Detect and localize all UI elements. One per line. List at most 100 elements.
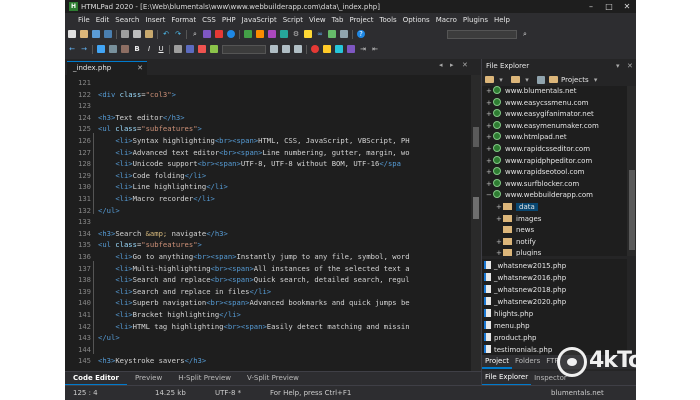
save-all-icon[interactable]: [104, 30, 112, 38]
tree-item[interactable]: + www.rapidcsseditor.com: [486, 144, 590, 156]
tree-item[interactable]: + www.rapidseotool.com: [486, 167, 584, 179]
find-icon[interactable]: ⌕: [191, 30, 199, 38]
expand-icon[interactable]: +: [496, 214, 503, 226]
tree-item[interactable]: + www.surfblocker.com: [486, 178, 579, 191]
menu-search[interactable]: Search: [115, 16, 139, 24]
align-right-icon[interactable]: [294, 45, 302, 53]
media-icon[interactable]: [198, 45, 206, 53]
tab-file-explorer[interactable]: File Explorer: [482, 371, 532, 386]
form-icon[interactable]: [186, 45, 194, 53]
code-line[interactable]: 129 <li>Code folding</li>: [65, 170, 471, 182]
table-icon[interactable]: [340, 30, 348, 38]
code-line[interactable]: 121: [65, 77, 471, 89]
tree-item[interactable]: + www.easycssmenu.com: [486, 97, 588, 110]
encoding[interactable]: UTF-8 *: [215, 389, 241, 397]
menu-macro[interactable]: Macro: [436, 16, 457, 24]
menu-javascript[interactable]: JavaScript: [242, 16, 277, 24]
scrollbar-thumb[interactable]: [473, 127, 479, 147]
editor-vertical-scrollbar[interactable]: [471, 75, 481, 371]
new-folder-icon[interactable]: [511, 76, 520, 83]
tag-icon[interactable]: [280, 30, 288, 38]
tree-item[interactable]: news: [496, 225, 534, 237]
menu-edit[interactable]: Edit: [96, 16, 110, 24]
browser-icon[interactable]: [227, 30, 235, 38]
underline-icon[interactable]: U: [157, 45, 165, 53]
tree-scrollbar[interactable]: [627, 86, 636, 256]
menu-tab[interactable]: Tab: [332, 16, 344, 24]
link-icon[interactable]: ∞: [316, 30, 324, 38]
expand-icon[interactable]: +: [486, 86, 493, 98]
expand-icon[interactable]: +: [486, 132, 493, 144]
help-icon[interactable]: ?: [357, 30, 365, 38]
expand-icon[interactable]: +: [486, 179, 493, 191]
file-item[interactable]: _whatsnew2018.php: [484, 284, 566, 296]
tree-item[interactable]: + www.easygifanimator.net: [486, 109, 594, 121]
minimize-button[interactable]: –: [582, 0, 600, 13]
preview-icon[interactable]: [215, 30, 223, 38]
code-line[interactable]: 143 </ul>: [65, 332, 471, 344]
align-left-icon[interactable]: [270, 45, 278, 53]
save-icon[interactable]: [92, 30, 100, 38]
projects-button[interactable]: Projects: [561, 76, 589, 84]
settings-icon[interactable]: ⚙: [292, 30, 300, 38]
dropdown-icon[interactable]: ▾: [497, 76, 505, 84]
dropdown-icon[interactable]: ▾: [523, 76, 531, 84]
expand-icon[interactable]: +: [486, 156, 493, 168]
code-line[interactable]: 131 <li>Macro recorder</li>: [65, 193, 471, 205]
code-line[interactable]: 122 <div class="col3">: [65, 89, 471, 101]
search-go-icon[interactable]: ⌕: [521, 30, 529, 38]
expand-icon[interactable]: +: [486, 144, 493, 156]
tab-folders[interactable]: Folders: [512, 355, 543, 369]
color-picker-icon[interactable]: [268, 30, 276, 38]
snippet-icon[interactable]: [335, 45, 343, 53]
code-line[interactable]: 144: [65, 344, 471, 356]
dropdown-icon[interactable]: ▾: [592, 76, 600, 84]
open-folder-icon[interactable]: [80, 30, 88, 38]
panel-pin-icon[interactable]: ▾: [616, 59, 620, 73]
code-line[interactable]: 134 <h3>Search &amp; navigate</h3>: [65, 228, 471, 240]
image-icon[interactable]: [328, 30, 336, 38]
expand-icon[interactable]: +: [486, 98, 493, 110]
menu-script[interactable]: Script: [283, 16, 303, 24]
new-file-icon[interactable]: [68, 30, 76, 38]
code-line[interactable]: 138 <li>Search and replace<br><span>Quic…: [65, 274, 471, 286]
filter-icon[interactable]: [537, 75, 545, 84]
file-item[interactable]: hlights.php: [484, 308, 533, 320]
italic-icon[interactable]: I: [145, 45, 153, 53]
menu-view[interactable]: View: [309, 16, 326, 24]
code-line[interactable]: 141 <li>Bracket highlighting</li>: [65, 309, 471, 321]
close-button[interactable]: ✕: [618, 0, 636, 13]
tree-item[interactable]: + www.htmlpad.net: [486, 132, 567, 144]
span-icon[interactable]: [121, 45, 129, 53]
validate-icon[interactable]: [244, 30, 252, 38]
code-line[interactable]: 137 <li>Multi-highlighting<br><span>All …: [65, 263, 471, 275]
cut-icon[interactable]: [121, 30, 129, 38]
bookmark-icon[interactable]: [304, 30, 312, 38]
code-line[interactable]: 127 <li>Advanced text editor<br><span>Li…: [65, 147, 471, 159]
code-line[interactable]: 145 <h3>Keystroke savers</h3>: [65, 355, 471, 367]
code-line[interactable]: 125 <ul class="subfeatures">: [65, 123, 471, 135]
code-line[interactable]: 130 <li>Line highlighting</li>: [65, 181, 471, 193]
list-icon[interactable]: [174, 45, 182, 53]
paste-icon[interactable]: [145, 30, 153, 38]
menu-format[interactable]: Format: [171, 16, 196, 24]
code-line[interactable]: 136 <li>Go to anything<br><span>Instantl…: [65, 251, 471, 263]
menu-project[interactable]: Project: [349, 16, 373, 24]
file-item[interactable]: product.php: [484, 332, 536, 344]
expand-icon[interactable]: +: [496, 202, 503, 214]
tree-item[interactable]: + plugins: [496, 248, 541, 256]
font-color-icon[interactable]: [311, 45, 319, 53]
upload-icon[interactable]: [256, 30, 264, 38]
maximize-button[interactable]: □: [600, 0, 618, 13]
expand-icon[interactable]: +: [486, 109, 493, 121]
tab-scroll-left-icon[interactable]: ◂: [439, 61, 443, 69]
menu-plugins[interactable]: Plugins: [463, 16, 488, 24]
file-item[interactable]: menu.php: [484, 320, 530, 332]
file-item[interactable]: testimonials.php: [484, 344, 552, 355]
code-line[interactable]: 128 <li>Unicode support<br><span>UTF-8, …: [65, 158, 471, 170]
tree-item[interactable]: + notify: [496, 237, 536, 249]
tab-close-all-icon[interactable]: ✕: [462, 61, 468, 69]
tab-code-editor[interactable]: Code Editor: [65, 372, 127, 386]
replace-icon[interactable]: [203, 30, 211, 38]
tag-combo[interactable]: [222, 44, 266, 54]
